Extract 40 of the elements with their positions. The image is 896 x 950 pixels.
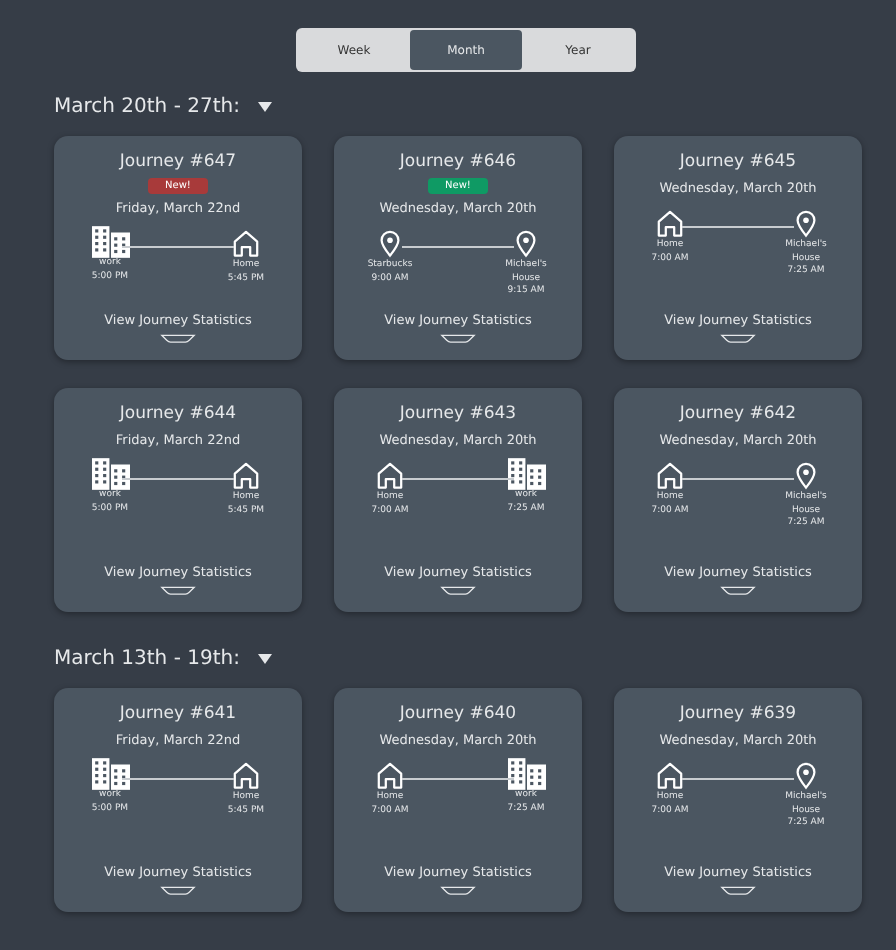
building-icon [91,458,129,490]
journey-title: Journey #641 [119,704,237,726]
journey-title: Journey #644 [119,404,237,426]
expand-icon[interactable] [160,586,196,596]
home-icon [376,458,404,492]
building-icon [507,758,545,790]
section-heading: March 20th - 27th: [54,95,240,117]
home-icon [656,458,684,492]
section-heading: March 13th - 19th: [54,647,240,669]
expand-icon[interactable] [160,334,196,344]
location-pin-icon [792,758,820,792]
location-pin-icon [376,226,404,260]
expand-icon[interactable] [440,586,476,596]
journey-title: Journey #647 [119,152,237,174]
location-pin-icon [792,458,820,492]
dropdown-icon[interactable] [257,653,272,663]
journey-title: Journey #643 [399,404,517,426]
home-icon [656,758,684,792]
building-icon [91,758,129,790]
location-pin-icon [512,226,540,260]
home-icon [232,226,260,260]
home-icon [232,458,260,492]
expand-icon[interactable] [720,586,756,596]
expand-icon[interactable] [160,886,196,896]
building-icon [91,226,129,258]
home-icon [656,206,684,240]
journey-title: Journey #639 [679,704,797,726]
expand-icon[interactable] [440,886,476,896]
location-pin-icon [792,206,820,240]
expand-icon[interactable] [720,334,756,344]
journey-title: Journey #645 [679,152,797,174]
home-icon [232,758,260,792]
journey-title: Journey #642 [679,404,797,426]
building-icon [507,458,545,490]
expand-icon[interactable] [720,886,756,896]
expand-icon[interactable] [440,334,476,344]
home-icon [376,758,404,792]
journey-title: Journey #646 [399,152,517,174]
dropdown-icon[interactable] [257,101,272,111]
journey-title: Journey #640 [399,704,517,726]
